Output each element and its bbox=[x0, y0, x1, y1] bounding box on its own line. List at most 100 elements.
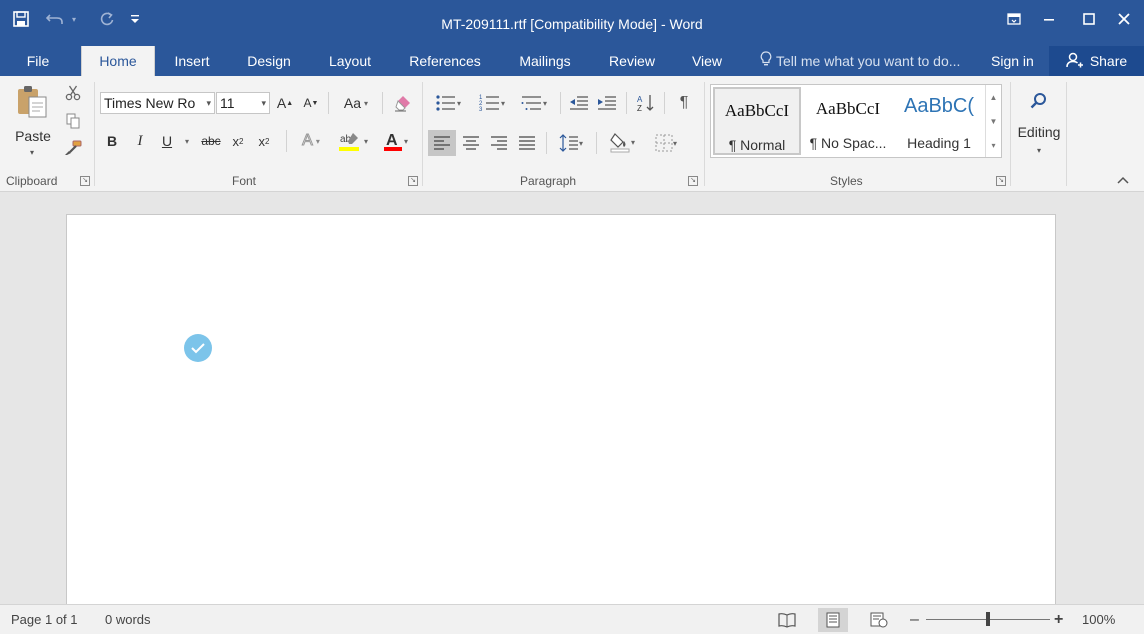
paste-button[interactable]: Paste bbox=[8, 128, 58, 144]
numbering-icon[interactable]: 123 ▾ bbox=[472, 92, 512, 114]
status-bar: Page 1 of 1 0 words – + 100% bbox=[0, 604, 1144, 634]
decrease-indent-icon[interactable] bbox=[566, 92, 592, 114]
change-case-label: Aa bbox=[343, 95, 362, 111]
tab-file[interactable]: File bbox=[14, 46, 62, 76]
paste-icon[interactable] bbox=[10, 82, 54, 122]
share-button[interactable]: Share bbox=[1049, 46, 1144, 76]
lightbulb-icon bbox=[760, 47, 772, 77]
font-color-icon[interactable]: A ▾ bbox=[376, 128, 414, 154]
separator bbox=[596, 132, 597, 154]
tab-design[interactable]: Design bbox=[238, 46, 300, 76]
multilevel-list-icon[interactable]: ▾ bbox=[514, 92, 554, 114]
italic-button[interactable]: I bbox=[130, 130, 150, 152]
find-icon[interactable] bbox=[1022, 86, 1056, 116]
separator bbox=[546, 132, 547, 154]
gallery-scroll-up-icon[interactable]: ▲ bbox=[985, 85, 1001, 109]
align-right-icon[interactable] bbox=[486, 130, 512, 156]
sort-icon[interactable]: AZ bbox=[634, 92, 658, 114]
align-center-icon[interactable] bbox=[458, 130, 484, 156]
svg-text:Z: Z bbox=[637, 104, 642, 112]
paragraph-launcher-icon[interactable]: ↘ bbox=[688, 176, 698, 186]
word-count[interactable]: 0 words bbox=[105, 605, 151, 634]
bullets-icon[interactable]: ▾ bbox=[428, 92, 468, 114]
tab-mailings[interactable]: Mailings bbox=[507, 46, 583, 76]
grow-font-icon[interactable]: A ▲ bbox=[274, 92, 296, 114]
sign-in-link[interactable]: Sign in bbox=[991, 46, 1034, 76]
align-left-icon[interactable] bbox=[428, 130, 456, 156]
copy-icon[interactable] bbox=[62, 111, 84, 131]
chevron-down-icon: ▾ bbox=[315, 136, 320, 146]
editing-button[interactable]: Editing bbox=[1012, 124, 1066, 140]
group-separator bbox=[94, 82, 95, 186]
share-label: Share bbox=[1089, 53, 1128, 69]
style-normal[interactable]: AaBbCcI ¶ Normal bbox=[713, 87, 801, 155]
styles-group-label: Styles bbox=[830, 174, 863, 188]
strikethrough-button[interactable]: abc bbox=[196, 130, 226, 152]
svg-text:3: 3 bbox=[479, 107, 483, 112]
clear-formatting-icon[interactable] bbox=[390, 92, 416, 114]
shading-icon[interactable]: ▾ bbox=[602, 128, 642, 156]
style-heading-1[interactable]: AaBbC( Heading 1 bbox=[895, 87, 983, 155]
subscript-button[interactable]: x2 bbox=[228, 130, 248, 152]
line-spacing-icon[interactable]: ▾ bbox=[552, 130, 590, 156]
pilcrow-icon[interactable]: ¶ bbox=[672, 92, 696, 114]
change-case-button[interactable]: Aa ▾ bbox=[336, 92, 376, 114]
increase-indent-icon[interactable] bbox=[594, 92, 620, 114]
justify-icon[interactable] bbox=[514, 130, 540, 156]
font-name-combo[interactable]: Times New Ro ▾ bbox=[100, 92, 215, 114]
tab-insert[interactable]: Insert bbox=[164, 46, 220, 76]
web-layout-icon[interactable] bbox=[864, 608, 894, 632]
editing-dropdown-icon[interactable]: ▾ bbox=[1030, 144, 1048, 156]
read-mode-icon[interactable] bbox=[772, 608, 802, 632]
zoom-in-icon[interactable]: + bbox=[1054, 605, 1063, 634]
document-page[interactable] bbox=[66, 214, 1056, 614]
tab-layout[interactable]: Layout bbox=[318, 46, 382, 76]
shrink-font-icon[interactable]: A ▼ bbox=[300, 92, 322, 114]
gallery-scroll-down-icon[interactable]: ▼ bbox=[985, 109, 1001, 133]
tab-home[interactable]: Home bbox=[81, 46, 155, 76]
page-count[interactable]: Page 1 of 1 bbox=[11, 605, 78, 634]
styles-launcher-icon[interactable]: ↘ bbox=[996, 176, 1006, 186]
zoom-slider-thumb[interactable] bbox=[986, 612, 990, 626]
underline-dropdown-icon[interactable]: ▾ bbox=[180, 130, 194, 152]
minimize-icon[interactable] bbox=[1034, 9, 1064, 29]
chevron-down-icon[interactable]: ▾ bbox=[206, 93, 211, 113]
title-bar: ▾ MT-209111.rtf [Compatibility Mode] - W… bbox=[0, 0, 1144, 46]
chevron-down-icon: ▾ bbox=[364, 98, 369, 108]
bold-button[interactable]: B bbox=[102, 130, 122, 152]
group-separator bbox=[704, 82, 705, 186]
cut-icon[interactable] bbox=[62, 83, 84, 103]
close-icon[interactable] bbox=[1109, 9, 1139, 29]
style-preview: AaBbC( bbox=[903, 95, 975, 117]
document-area[interactable] bbox=[0, 192, 1144, 614]
font-launcher-icon[interactable]: ↘ bbox=[408, 176, 418, 186]
tell-me-search[interactable]: Tell me what you want to do... bbox=[760, 46, 960, 76]
ribbon-display-options-icon[interactable] bbox=[999, 9, 1029, 29]
print-layout-icon[interactable] bbox=[818, 608, 848, 632]
format-painter-icon[interactable] bbox=[62, 138, 84, 158]
maximize-icon[interactable] bbox=[1074, 9, 1104, 29]
font-size-combo[interactable]: 11 ▾ bbox=[216, 92, 270, 114]
chevron-down-icon: ▾ bbox=[500, 98, 505, 108]
tab-review[interactable]: Review bbox=[600, 46, 664, 76]
tab-view[interactable]: View bbox=[682, 46, 732, 76]
chevron-down-icon[interactable]: ▾ bbox=[261, 93, 266, 113]
clipboard-launcher-icon[interactable]: ↘ bbox=[80, 176, 90, 186]
gallery-more-icon[interactable]: ▾ bbox=[985, 133, 1001, 157]
collapse-ribbon-icon[interactable] bbox=[1112, 172, 1134, 188]
text-effects-icon[interactable]: A ▾ bbox=[294, 130, 328, 152]
tell-me-text: Tell me what you want to do... bbox=[776, 53, 961, 69]
zoom-out-icon[interactable]: – bbox=[910, 605, 919, 634]
paste-dropdown-icon[interactable]: ▾ bbox=[22, 146, 42, 158]
ribbon: Paste ▾ Clipboard ↘ Times New Ro ▾ 11 ▾ … bbox=[0, 76, 1144, 192]
superscript-button[interactable]: x2 bbox=[254, 130, 274, 152]
style-preview: AaBbCcI bbox=[724, 101, 790, 120]
highlight-color-icon[interactable]: ab ▾ bbox=[334, 128, 372, 154]
zoom-level[interactable]: 100% bbox=[1082, 605, 1115, 634]
tab-references[interactable]: References bbox=[400, 46, 490, 76]
underline-button[interactable]: U bbox=[157, 130, 177, 152]
style-name: Heading 1 bbox=[907, 135, 971, 151]
borders-icon[interactable]: ▾ bbox=[646, 130, 686, 156]
separator bbox=[626, 92, 627, 114]
style-no-spacing[interactable]: AaBbCcI ¶ No Spac... bbox=[804, 87, 892, 155]
